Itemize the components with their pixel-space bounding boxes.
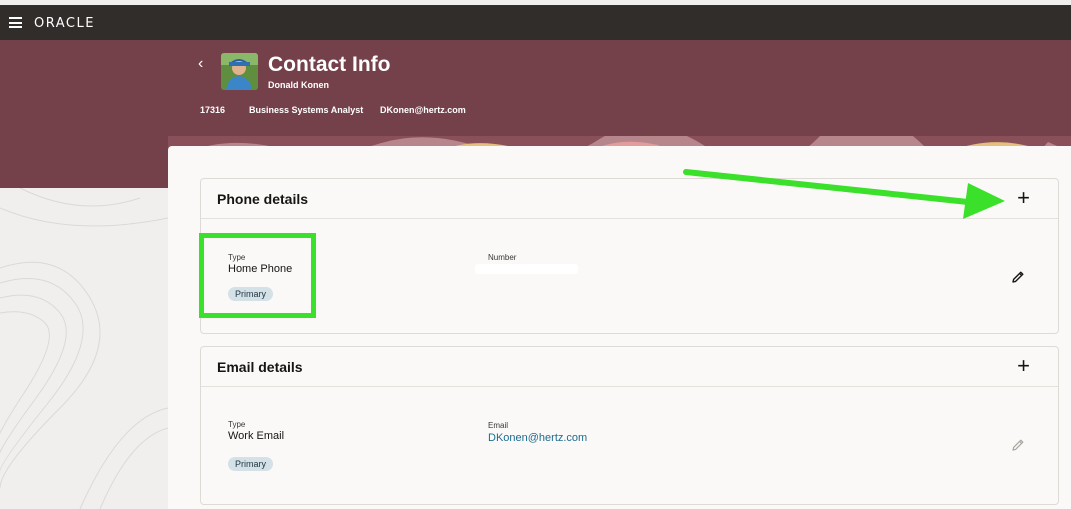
phone-number-label: Number: [488, 253, 517, 262]
person-number: 17316: [200, 105, 226, 115]
annotation-highlight-box: [199, 233, 316, 318]
email-label: Email: [488, 421, 509, 430]
edit-email-pencil-icon[interactable]: [1011, 438, 1025, 452]
avatar: [221, 53, 258, 90]
job-title: Business Systems Analyst: [249, 105, 364, 115]
top-bar: ORACLE: [0, 5, 1071, 40]
email-primary-badge: Primary: [228, 457, 273, 471]
email-value-link[interactable]: DKonen@hertz.com: [488, 432, 587, 444]
hamburger-icon[interactable]: [9, 17, 22, 28]
phone-details-title: Phone details: [217, 191, 309, 207]
header-email: DKonen@hertz.com: [380, 105, 466, 115]
person-name: Donald Konen: [268, 80, 329, 90]
email-details-title: Email details: [217, 359, 303, 375]
add-email-plus-icon[interactable]: +: [1017, 355, 1030, 377]
email-details-header: Email details +: [201, 347, 1058, 387]
oracle-logo[interactable]: ORACLE: [34, 16, 95, 31]
add-phone-plus-icon[interactable]: +: [1017, 187, 1030, 209]
topographic-background: [0, 188, 168, 509]
email-type-label: Type: [228, 420, 246, 429]
back-chevron-icon[interactable]: ‹: [198, 55, 203, 73]
phone-details-header: Phone details +: [201, 179, 1058, 219]
redacted-number: [475, 264, 578, 274]
phone-details-card: Phone details +: [200, 178, 1059, 334]
email-details-card: Email details +: [200, 346, 1059, 505]
email-type-value: Work Email: [228, 430, 285, 442]
page-title: Contact Info: [268, 53, 391, 76]
edit-phone-pencil-icon[interactable]: [1011, 270, 1025, 284]
